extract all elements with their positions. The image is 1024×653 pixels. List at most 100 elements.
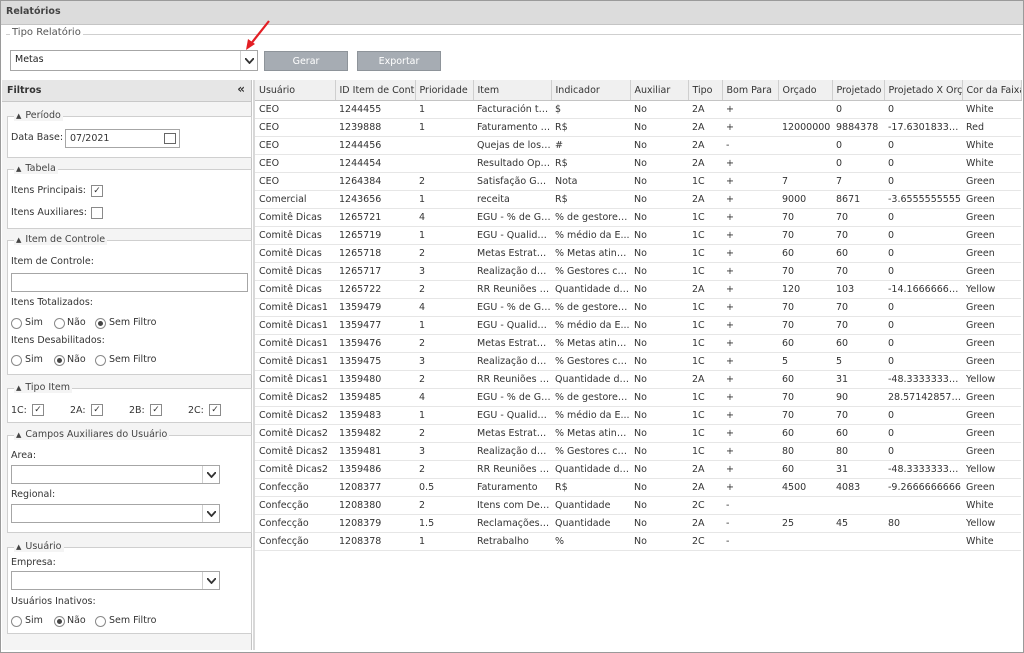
table-cell: 1 (415, 118, 473, 137)
column-header[interactable]: Projetado X Orçado (884, 80, 963, 101)
column-header[interactable]: Auxiliar (630, 80, 689, 101)
column-header[interactable]: Projetado (832, 80, 885, 101)
column-header[interactable]: Indicador (551, 80, 631, 101)
table-row[interactable]: CEO 1264384 2 Satisfação Geral Nota No 1C +7 7 0 G… (255, 172, 1021, 191)
chevron-down-icon[interactable] (202, 466, 219, 483)
area-select[interactable] (11, 465, 220, 484)
collapse-icon[interactable]: « (237, 82, 245, 96)
inativos-sim-radio[interactable] (11, 616, 22, 627)
table-row[interactable]: Comitê Dicas213594854EGU - % de Gestores… (255, 388, 1021, 407)
table-cell: 5 (778, 352, 832, 371)
tipo-2b-label: 2B: (129, 405, 145, 416)
table-cell: 0 (884, 208, 962, 227)
table-cell: 2A (688, 460, 722, 479)
totalizados-sim-label: Sim (25, 317, 43, 328)
table-row[interactable]: Comitê Dicas12657214EGU - % de Gestores%… (255, 208, 1021, 227)
column-header[interactable]: Prioridade (415, 80, 474, 101)
data-base-value: 07/2021 (70, 133, 110, 144)
campos-auxiliares-title[interactable]: ▲ Campos Auxiliares do Usuário (14, 429, 170, 440)
column-header[interactable]: Bom Para (722, 80, 779, 101)
campos-auxiliares-group: ▲ Campos Auxiliares do Usuário Area: Regi… (7, 429, 252, 533)
table-cell: CEO (255, 154, 335, 173)
exportar-button[interactable]: Exportar (357, 51, 441, 71)
tipo-2b-checkbox[interactable]: ✓ (150, 404, 162, 416)
column-header[interactable]: Usuário (255, 80, 336, 101)
column-header[interactable]: Item (473, 80, 552, 101)
table-row[interactable]: Comitê Dicas12657222RR Reuniões de ...Qu… (255, 280, 1021, 299)
data-base-input[interactable]: 07/2021 (65, 129, 180, 148)
table-cell: 0 (884, 172, 962, 191)
table-cell: EGU - % de Gestores (473, 298, 551, 317)
tipo-2c-checkbox[interactable]: ✓ (209, 404, 221, 416)
inativos-sem-filtro-radio[interactable] (95, 616, 106, 627)
usuario-title[interactable]: ▲ Usuário (14, 541, 64, 552)
chevron-down-icon[interactable] (202, 572, 219, 589)
calendar-icon[interactable] (164, 133, 176, 144)
table-row[interactable]: CEO 1244455 1 Facturación total $ No 2A +0 0 Whit… (255, 100, 1021, 119)
collapse-triangle-icon: ▲ (16, 543, 22, 551)
column-header[interactable]: Orçado (778, 80, 833, 101)
table-cell: # (551, 136, 630, 155)
table-row[interactable]: Comitê Dicas113594794EGU - % de Gestores… (255, 298, 1021, 317)
table-cell: 2 (415, 280, 473, 299)
table-cell: Realização de ... (473, 262, 551, 281)
tipo-2a-checkbox[interactable]: ✓ (91, 404, 103, 416)
itens-desabilitados-label: Itens Desabilitados: (11, 335, 105, 346)
tabela-title[interactable]: ▲ Tabela (14, 163, 58, 174)
table-cell: 60 (778, 244, 832, 263)
table-row[interactable]: Comitê Dicas113594802RR Reuniões de ...Q… (255, 370, 1021, 389)
table-cell: + (722, 262, 778, 281)
table-row[interactable]: Confecção12083802Itens com DefeitoQuanti… (255, 496, 1021, 515)
table-row[interactable]: Comitê Dicas 1265717 3 Realização de ...% G… (255, 262, 1021, 281)
tipo-item-title[interactable]: ▲ Tipo Item (14, 382, 73, 393)
table-row[interactable]: CEO12398881Faturamento totalR$No2A+12000… (255, 118, 1021, 137)
column-header[interactable]: ID Item de Controle (335, 80, 416, 101)
itens-auxiliares-checkbox[interactable] (91, 207, 103, 219)
table-cell: 1C (688, 442, 722, 461)
table-cell: + (722, 478, 778, 497)
table-row[interactable]: Comitê Dicas2 1359483 1 EGU - Qualidade% mé… (255, 406, 1021, 425)
table-cell: White (962, 154, 1021, 173)
table-row[interactable]: Comercial 1243656 1 receita R$ No 2A +9000 8671-… (255, 190, 1021, 209)
inativos-nao-radio[interactable] (54, 616, 65, 627)
desabilitados-nao-radio[interactable] (54, 355, 65, 366)
table-row[interactable]: Comitê Dicas213594862RR Reuniões de ...Q… (255, 460, 1021, 479)
desabilitados-sem-filtro-radio[interactable] (95, 355, 106, 366)
item-controle-input[interactable] (11, 273, 248, 292)
table-cell: 2 (415, 172, 473, 191)
totalizados-sem-filtro-radio[interactable] (95, 318, 106, 329)
tipo-relatorio-select[interactable]: Metas (10, 50, 258, 71)
table-cell: 70 (778, 262, 832, 281)
column-header[interactable]: Tipo (688, 80, 723, 101)
column-header[interactable]: Cor da Faixa (962, 80, 1022, 101)
table-row[interactable]: Comitê Dicas1 1359475 3 Realização de ...% … (255, 352, 1021, 371)
table-cell: Comitê Dicas2 (255, 388, 335, 407)
desabilitados-sim-radio[interactable] (11, 355, 22, 366)
item-controle-title[interactable]: ▲ Item de Controle (14, 234, 108, 245)
totalizados-nao-radio[interactable] (54, 318, 65, 329)
gerar-button[interactable]: Gerar (264, 51, 348, 71)
periodo-title[interactable]: ▲ Período (14, 110, 63, 121)
tipo-1c-checkbox[interactable]: ✓ (32, 404, 44, 416)
table-cell: - (722, 496, 778, 515)
table-row[interactable]: CEO1244454 Resultado OperacionalR$No2A+00… (255, 154, 1021, 173)
table-cell: + (722, 154, 778, 173)
table-row[interactable]: Confecção12083791.5Reclamações ClientesQ… (255, 514, 1021, 533)
table-cell: Itens com Defeito (473, 496, 551, 515)
table-row[interactable]: Comitê Dicas12657182Metas Estratégicas% … (255, 244, 1021, 263)
chevron-down-icon[interactable] (240, 51, 257, 70)
chevron-down-icon[interactable] (202, 505, 219, 522)
table-row[interactable]: Comitê Dicas 1265719 1 EGU - Qualidade% méd… (255, 226, 1021, 245)
table-row[interactable]: Comitê Dicas113594762Metas Estratégicas%… (255, 334, 1021, 353)
table-row[interactable]: CEO1244456 Quejas de los clientes#No2A- 00… (255, 136, 1021, 155)
empresa-select[interactable] (11, 571, 220, 590)
totalizados-sim-radio[interactable] (11, 318, 22, 329)
table-row[interactable]: Comitê Dicas1 1359477 1 EGU - Qualidade% mé… (255, 316, 1021, 335)
table-row[interactable]: Comitê Dicas213594822Metas Estratégicas%… (255, 424, 1021, 443)
table-row[interactable]: Confecção 1208377 0.5 Faturamento R$ No 2A +450… (255, 478, 1021, 497)
table-row[interactable]: Comitê Dicas2 1359481 3 Realização de ...% … (255, 442, 1021, 461)
itens-principais-checkbox[interactable]: ✓ (91, 185, 103, 197)
table-cell: No (630, 190, 688, 209)
regional-select[interactable] (11, 504, 220, 523)
table-row[interactable]: Confecção 1208378 1 Retrabalho% No 2C - White (255, 532, 1021, 551)
